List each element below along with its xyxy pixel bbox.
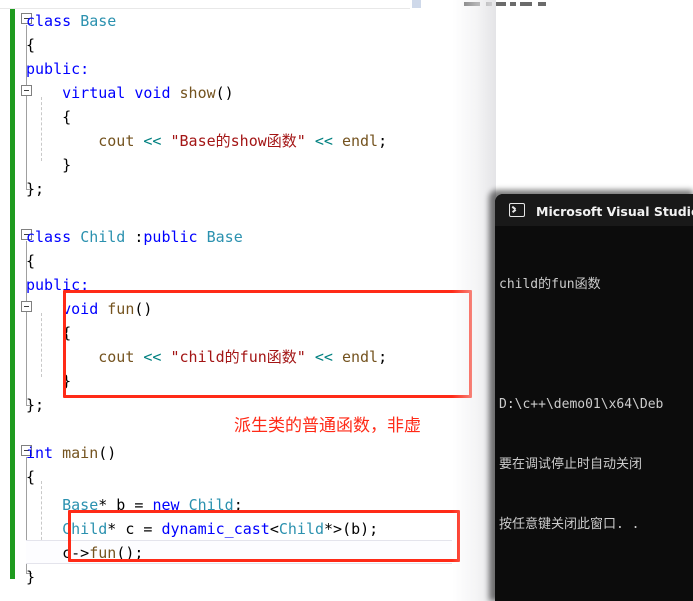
code-line[interactable]: class Child :public Base [26,225,243,249]
code-line[interactable]: virtual void show() [26,81,234,105]
code-line[interactable]: }; [26,393,44,417]
token-brace-open: { [26,36,36,54]
token-keyword-public: public: [26,60,90,78]
code-line[interactable]: cout << "Base的show函数" << endl; [26,129,387,153]
token-class-end: }; [26,396,45,414]
token-space: : [125,228,144,246]
console-output-line: 要在调试停止时自动关闭 [499,457,643,472]
token-brace-open: { [26,468,36,486]
token-keyword-public-inherit: public [143,228,198,246]
console-output-line: 按任意键关闭此窗口. . [499,517,640,532]
console-window-icon [509,203,525,217]
highlight-box-fun-method [63,290,472,398]
code-line[interactable]: } [26,565,35,589]
code-line[interactable]: class Base [26,9,116,33]
token-shift-operator: << [143,132,162,150]
console-output: child的fun函数 D:\c++\demo01\x64\Deb 要在调试停止… [495,226,693,601]
toolbar-icons-partial[interactable] [460,0,550,7]
code-line[interactable]: }; [26,177,44,201]
token-brace-open: { [26,252,36,270]
console-output-line: D:\c++\demo01\x64\Deb [499,397,664,412]
document-tab-stub[interactable] [412,0,421,8]
code-line[interactable]: int main() [26,441,116,465]
console-title-text: Microsoft Visual Studio 调试 [536,203,693,219]
token-cout: cout [98,132,135,150]
token-function-main: main [62,444,99,462]
highlight-box-dynamic-cast [68,510,460,562]
token-brace-close: } [26,568,36,586]
token-keyword-int: int [26,444,54,462]
token-endl: endl [341,132,379,150]
token-parens: () [215,84,234,102]
token-parens: () [98,444,117,462]
token-keyword-virtual: virtual [62,84,126,102]
visual-studio-screenshot: class Base { public: virtual void show()… [0,0,693,601]
annotation-note: 派生类的普通函数，非虚 [234,416,421,436]
code-line[interactable]: } [26,153,71,177]
token-type-base: Base [80,12,117,30]
token-brace-open: { [26,108,72,126]
token-keyword-class: class [26,12,72,30]
token-brace-close: } [26,156,72,174]
token-keyword-void: void [134,84,171,102]
token-type-child: Child [80,228,126,246]
console-window[interactable]: Microsoft Visual Studio 调试 child的fun函数 D… [495,194,693,601]
code-line[interactable]: { [26,105,71,129]
console-output-line: child的fun函数 [499,277,601,292]
token-function-show: show [179,84,216,102]
token-shift-operator: << [314,132,333,150]
code-line[interactable]: { [26,33,35,57]
token-string-base-show: "Base的show函数" [170,132,306,150]
token-semicolon: ; [378,132,388,150]
toolbar-strip [0,0,693,10]
token-keyword-class: class [26,228,72,246]
code-line[interactable]: { [26,249,35,273]
code-line[interactable]: public: [26,57,89,81]
code-line[interactable]: { [26,465,35,489]
token-type-base: Base [206,228,243,246]
token-class-end: }; [26,180,45,198]
console-titlebar[interactable]: Microsoft Visual Studio 调试 [495,194,693,226]
